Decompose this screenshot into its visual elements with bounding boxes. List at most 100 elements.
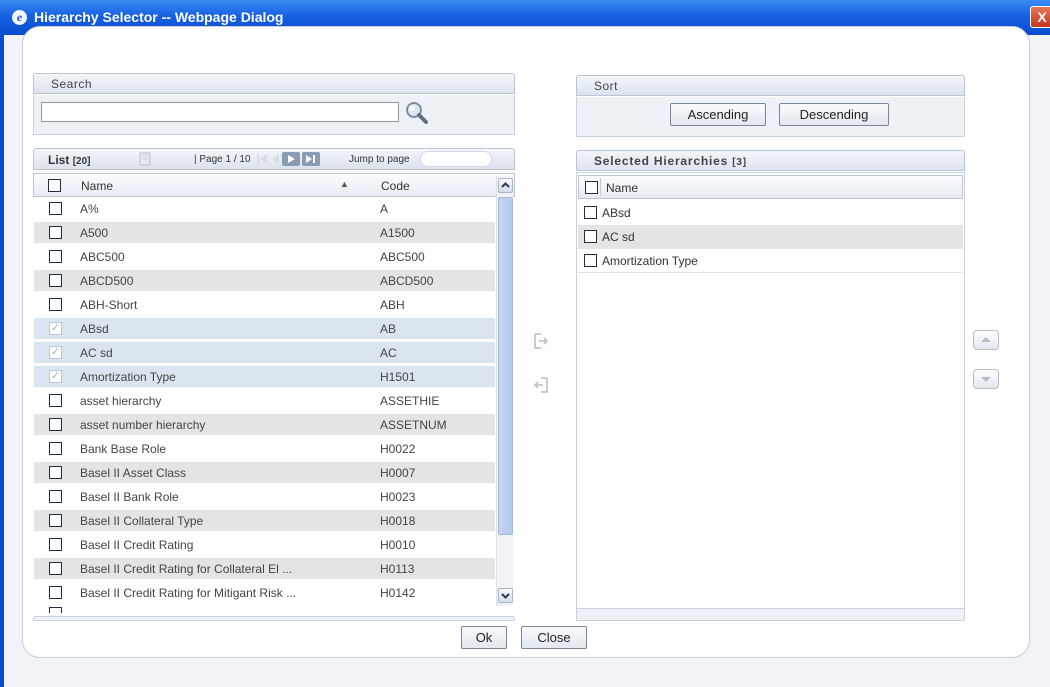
row-checkbox[interactable] bbox=[49, 394, 62, 407]
jump-to-page-input[interactable] bbox=[420, 151, 492, 167]
list-row[interactable]: ✓ Amortization Type H1501 bbox=[34, 366, 495, 387]
selected-row-name: ABsd bbox=[602, 206, 631, 220]
list-panel-header: List [20] | Page 1 / 10 Jump to page bbox=[33, 148, 515, 170]
move-down-button[interactable] bbox=[973, 369, 999, 389]
selected-row-name: Amortization Type bbox=[602, 254, 698, 268]
first-page-icon[interactable] bbox=[256, 152, 268, 166]
previous-page-icon[interactable] bbox=[270, 152, 280, 166]
list-scrollbar[interactable] bbox=[496, 176, 513, 606]
move-right-icon[interactable] bbox=[531, 331, 551, 351]
row-code: H0007 bbox=[380, 466, 416, 480]
row-checkbox[interactable] bbox=[49, 466, 62, 479]
move-left-icon[interactable] bbox=[531, 375, 551, 395]
row-code: H0023 bbox=[380, 490, 416, 504]
next-page-icon[interactable] bbox=[282, 152, 300, 166]
row-checkbox-checked[interactable]: ✓ bbox=[49, 346, 62, 359]
search-panel-header: Search bbox=[33, 73, 515, 94]
row-name: Bank Base Role bbox=[80, 442, 167, 456]
row-checkbox-checked[interactable]: ✓ bbox=[49, 370, 62, 383]
page-indicator: | Page 1 / 10 bbox=[194, 154, 251, 165]
close-button[interactable]: Close bbox=[521, 626, 587, 649]
scroll-thumb[interactable] bbox=[498, 197, 513, 535]
list-row[interactable]: ABH-Short ABH bbox=[34, 294, 495, 315]
list-row[interactable]: Bank Base Role H0022 bbox=[34, 438, 495, 459]
list-row[interactable]: ✓ AC sd AC bbox=[34, 342, 495, 363]
magnifier-icon[interactable] bbox=[404, 100, 430, 126]
list-row[interactable]: Basel II Credit Rating H0010 bbox=[34, 534, 495, 555]
selected-row[interactable]: Amortization Type bbox=[578, 249, 963, 273]
selected-select-all-checkbox[interactable] bbox=[585, 181, 598, 194]
list-row[interactable]: asset hierarchy ASSETHIE bbox=[34, 390, 495, 411]
row-name: ABsd bbox=[80, 322, 109, 336]
row-name: ABH-Short bbox=[80, 298, 138, 312]
row-name: ABC500 bbox=[80, 250, 125, 264]
list-row[interactable]: A500 A1500 bbox=[34, 222, 495, 243]
row-code: H0022 bbox=[380, 442, 416, 456]
sort-panel bbox=[576, 97, 965, 137]
row-checkbox[interactable] bbox=[49, 250, 62, 263]
row-code: ABC500 bbox=[380, 250, 425, 264]
move-up-icon bbox=[981, 337, 991, 342]
close-window-button[interactable]: X bbox=[1030, 6, 1050, 28]
selected-row-checkbox[interactable] bbox=[584, 254, 597, 267]
row-checkbox[interactable] bbox=[49, 514, 62, 527]
select-all-checkbox[interactable] bbox=[48, 179, 61, 192]
row-checkbox[interactable] bbox=[49, 586, 62, 599]
row-checkbox-checked[interactable]: ✓ bbox=[49, 322, 62, 335]
selected-row-checkbox[interactable] bbox=[584, 206, 597, 219]
row-checkbox[interactable] bbox=[49, 418, 62, 431]
row-name: A500 bbox=[80, 226, 109, 240]
code-column-header[interactable]: Code bbox=[381, 179, 410, 193]
row-checkbox[interactable] bbox=[49, 226, 62, 239]
row-checkbox[interactable] bbox=[49, 274, 62, 287]
partial-row-checkbox bbox=[49, 607, 62, 613]
list-row[interactable]: ABCD500 ABCD500 bbox=[34, 270, 495, 291]
row-code: H0113 bbox=[380, 562, 415, 576]
selected-row-checkbox[interactable] bbox=[584, 230, 597, 243]
list-bottom-edge bbox=[34, 604, 514, 617]
row-checkbox[interactable] bbox=[49, 202, 62, 215]
scroll-up-button[interactable] bbox=[498, 178, 513, 193]
move-up-button[interactable] bbox=[973, 330, 999, 350]
row-name: AC sd bbox=[80, 346, 113, 360]
search-input[interactable] bbox=[41, 102, 399, 122]
row-checkbox[interactable] bbox=[49, 442, 62, 455]
list-row[interactable]: Basel II Credit Rating for Mitigant Risk… bbox=[34, 582, 495, 603]
last-page-icon[interactable] bbox=[302, 152, 320, 166]
row-name: Basel II Collateral Type bbox=[80, 514, 204, 528]
row-code: AC bbox=[380, 346, 397, 360]
selected-row[interactable]: ABsd bbox=[578, 201, 963, 225]
list-row[interactable]: asset number hierarchy ASSETNUM bbox=[34, 414, 495, 435]
selected-panel-footer bbox=[576, 608, 965, 621]
page-icon bbox=[139, 152, 151, 166]
list-row[interactable]: Basel II Collateral Type H0018 bbox=[34, 510, 495, 531]
descending-button[interactable]: Descending bbox=[779, 103, 889, 126]
list-row[interactable]: Basel II Credit Rating for Collateral El… bbox=[34, 558, 495, 579]
selected-name-column-header[interactable]: Name bbox=[606, 181, 638, 195]
ok-button[interactable]: Ok bbox=[461, 626, 507, 649]
row-checkbox[interactable] bbox=[49, 298, 62, 311]
list-row[interactable]: Basel II Asset Class H0007 bbox=[34, 462, 495, 483]
list-row[interactable]: A% A bbox=[34, 198, 495, 219]
row-checkbox[interactable] bbox=[49, 538, 62, 551]
row-code: H0018 bbox=[380, 514, 416, 528]
list-row[interactable]: Basel II Bank Role H0023 bbox=[34, 486, 495, 507]
window-title: Hierarchy Selector -- Webpage Dialog bbox=[34, 9, 284, 25]
row-code: A1500 bbox=[380, 226, 415, 240]
row-name: Basel II Credit Rating bbox=[80, 538, 194, 552]
row-checkbox[interactable] bbox=[49, 490, 62, 503]
row-name: Basel II Credit Rating for Collateral El… bbox=[80, 562, 293, 576]
row-name: A% bbox=[80, 202, 99, 216]
list-row[interactable]: ABC500 ABC500 bbox=[34, 246, 495, 267]
list-label: List bbox=[48, 153, 70, 167]
row-code: A bbox=[380, 202, 389, 216]
scroll-down-button[interactable] bbox=[498, 588, 513, 603]
name-column-header[interactable]: Name bbox=[81, 179, 113, 193]
ascending-button[interactable]: Ascending bbox=[670, 103, 766, 126]
row-name: Basel II Asset Class bbox=[80, 466, 187, 480]
row-checkbox[interactable] bbox=[49, 562, 62, 575]
selected-grid-header: Name bbox=[578, 175, 963, 199]
row-name: Basel II Credit Rating for Mitigant Risk… bbox=[80, 586, 297, 600]
selected-row[interactable]: AC sd bbox=[578, 225, 963, 249]
list-row[interactable]: ✓ ABsd AB bbox=[34, 318, 495, 339]
